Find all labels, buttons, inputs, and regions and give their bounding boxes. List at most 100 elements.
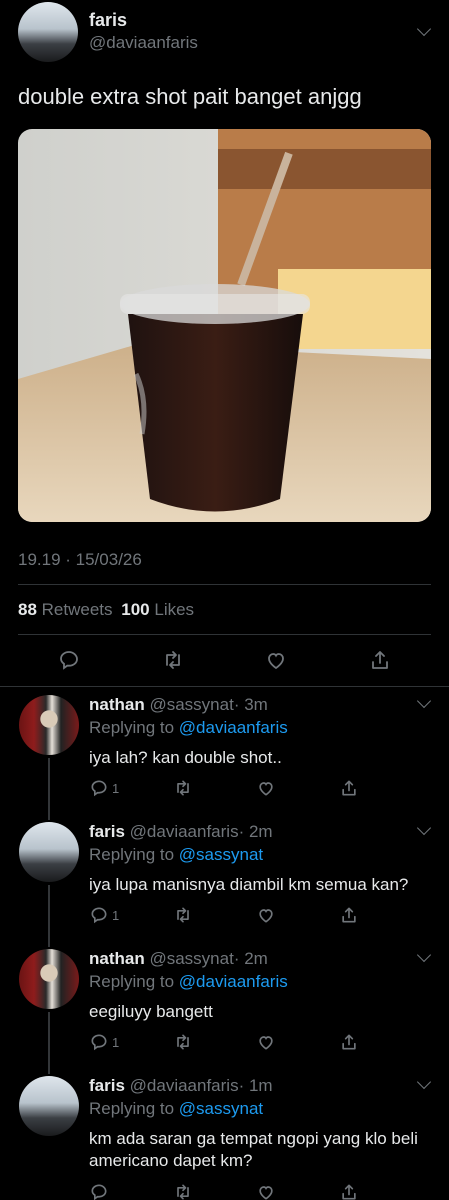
thread-line	[48, 758, 50, 820]
replying-prefix: Replying to	[89, 972, 175, 991]
reply-icon	[91, 1184, 107, 1200]
share-icon	[372, 651, 388, 669]
reply-text: km ada saran ga tempat ngopi yang klo be…	[89, 1129, 418, 1170]
retweet-icon	[177, 1034, 189, 1050]
retweet-button[interactable]	[173, 1032, 193, 1052]
retweets-label[interactable]: Retweets	[42, 600, 113, 619]
share-button[interactable]	[368, 648, 392, 672]
handle[interactable]: @daviaanfaris	[130, 1076, 239, 1095]
divider	[18, 634, 431, 635]
chevron-down-icon[interactable]	[416, 693, 432, 709]
replying-to-link[interactable]: @daviaanfaris	[179, 972, 288, 991]
chevron-down-icon[interactable]	[416, 1074, 432, 1090]
likes-label[interactable]: Likes	[154, 600, 194, 619]
share-button[interactable]	[339, 1182, 359, 1200]
reply-count: 1	[112, 780, 120, 796]
reply-text: eegiluyy bangett	[89, 1002, 213, 1021]
avatar[interactable]	[19, 695, 79, 755]
likes-count[interactable]: 100	[121, 600, 149, 619]
display-name[interactable]: faris	[89, 1076, 125, 1095]
handle[interactable]: @daviaanfaris	[89, 33, 198, 53]
chevron-down-icon[interactable]	[416, 820, 432, 836]
tweet-text: double extra shot pait banget anjgg	[18, 84, 362, 109]
thread-line	[48, 885, 50, 947]
time[interactable]: · 1m	[239, 1076, 273, 1095]
display-name[interactable]: nathan	[89, 695, 145, 714]
replying-to: Replying to @daviaanfaris	[89, 718, 288, 738]
replying-to: Replying to @sassynat	[89, 845, 263, 865]
like-icon	[268, 653, 284, 670]
reply-count: 1	[112, 1034, 120, 1050]
reply-count: 1	[112, 907, 120, 923]
divider	[18, 584, 431, 585]
reply-button[interactable]	[89, 1182, 109, 1200]
like-button[interactable]	[256, 1032, 276, 1052]
handle[interactable]: @sassynat	[149, 695, 233, 714]
retweet-button[interactable]	[173, 1182, 193, 1200]
timestamp[interactable]: 19.19 · 15/03/26	[18, 550, 142, 570]
retweets-count[interactable]: 88	[18, 600, 37, 619]
replying-prefix: Replying to	[89, 845, 175, 864]
retweet-button[interactable]	[161, 648, 185, 672]
retweet-button[interactable]	[173, 905, 193, 925]
reply-button[interactable]	[57, 648, 81, 672]
like-icon	[259, 782, 273, 796]
avatar[interactable]	[19, 822, 79, 882]
divider	[0, 686, 449, 687]
iced-coffee-photo	[18, 129, 431, 522]
replying-prefix: Replying to	[89, 1099, 175, 1118]
share-icon	[342, 907, 356, 923]
handle[interactable]: @sassynat	[149, 949, 233, 968]
display-name[interactable]: faris	[89, 822, 125, 841]
thread-line	[48, 1012, 50, 1074]
avatar[interactable]	[18, 2, 78, 62]
retweet-icon	[177, 1184, 189, 1200]
replying-to-link[interactable]: @daviaanfaris	[179, 718, 288, 737]
reply-icon	[91, 907, 107, 924]
reply-text: iya lah? kan double shot..	[89, 748, 282, 767]
like-button[interactable]	[264, 648, 288, 672]
like-button[interactable]	[256, 1182, 276, 1200]
like-icon	[259, 1036, 273, 1050]
chevron-down-icon[interactable]	[416, 947, 432, 963]
reply-header: nathan @sassynat· 2m	[89, 949, 268, 969]
share-icon	[342, 1034, 356, 1050]
like-button[interactable]	[256, 905, 276, 925]
reply-button[interactable]: 1	[89, 905, 119, 925]
share-button[interactable]	[339, 1032, 359, 1052]
replying-to: Replying to @daviaanfaris	[89, 972, 288, 992]
avatar[interactable]	[19, 949, 79, 1009]
engagement-stats: 88 Retweets 100 Likes	[18, 600, 194, 620]
retweet-icon	[177, 780, 189, 796]
share-button[interactable]	[339, 778, 359, 798]
replying-to-link[interactable]: @sassynat	[179, 1099, 263, 1118]
display-name[interactable]: faris	[89, 10, 127, 31]
reply-button[interactable]: 1	[89, 778, 119, 798]
replying-to-link[interactable]: @sassynat	[179, 845, 263, 864]
time[interactable]: · 2m	[239, 822, 273, 841]
like-icon	[259, 1186, 273, 1200]
reply-header: faris @daviaanfaris· 2m	[89, 822, 273, 842]
retweet-button[interactable]	[173, 778, 193, 798]
reply-icon	[91, 1034, 107, 1051]
like-icon	[259, 909, 273, 923]
retweet-icon	[166, 651, 180, 669]
reply-header: nathan @sassynat· 3m	[89, 695, 268, 715]
replying-to: Replying to @sassynat	[89, 1099, 263, 1119]
retweet-icon	[177, 907, 189, 923]
like-button[interactable]	[256, 778, 276, 798]
replying-prefix: Replying to	[89, 718, 175, 737]
reply-text: iya lupa manisnya diambil km semua kan?	[89, 875, 409, 894]
time[interactable]: · 3m	[234, 695, 268, 714]
display-name[interactable]: nathan	[89, 949, 145, 968]
handle[interactable]: @daviaanfaris	[130, 822, 239, 841]
avatar[interactable]	[19, 1076, 79, 1136]
reply-icon	[91, 780, 107, 797]
reply-icon	[60, 651, 78, 670]
time[interactable]: · 2m	[234, 949, 268, 968]
share-button[interactable]	[339, 905, 359, 925]
reply-button[interactable]: 1	[89, 1032, 119, 1052]
share-icon	[342, 780, 356, 796]
tweet-photo-iced-coffee[interactable]	[18, 129, 431, 522]
chevron-down-icon[interactable]	[416, 21, 432, 37]
